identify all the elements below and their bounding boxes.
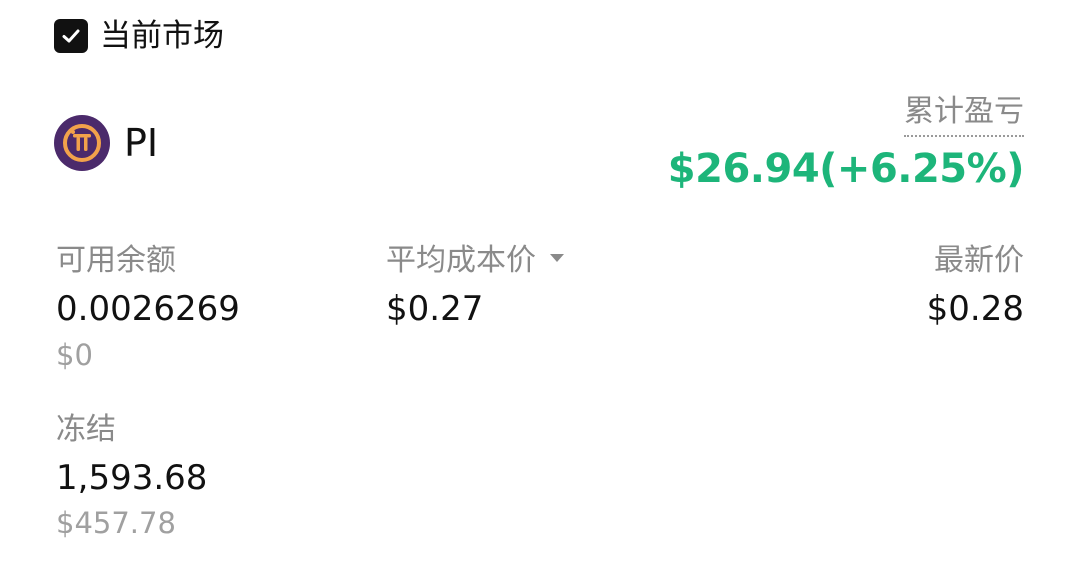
asset-header: PI: [54, 115, 158, 171]
latest-price-label: 最新价: [934, 243, 1024, 278]
cumulative-pnl-label[interactable]: 累计盈亏: [904, 92, 1024, 137]
average-cost-label: 平均成本价: [386, 243, 536, 278]
checkbox-checked-icon[interactable]: [54, 19, 88, 53]
average-cost-value: $0.27: [386, 289, 484, 329]
available-balance-usd: $0: [56, 338, 93, 372]
cumulative-pnl-value: $26.94(+6.25%): [667, 146, 1025, 192]
latest-price-value: $0.28: [926, 289, 1024, 329]
current-market-label[interactable]: 当前市场: [100, 16, 224, 56]
frozen-usd: $457.78: [56, 506, 176, 540]
caret-down-icon[interactable]: [550, 254, 564, 262]
asset-symbol: PI: [124, 121, 159, 165]
current-market-filter[interactable]: 当前市场: [54, 16, 224, 56]
available-balance-label: 可用余额: [56, 243, 176, 278]
frozen-amount: 1,593.68: [56, 458, 208, 498]
average-cost-selector[interactable]: 平均成本价: [386, 241, 564, 281]
available-balance-amount: 0.0026269: [56, 289, 240, 329]
frozen-label: 冻结: [56, 412, 116, 447]
pi-network-logo-icon: [54, 115, 110, 171]
